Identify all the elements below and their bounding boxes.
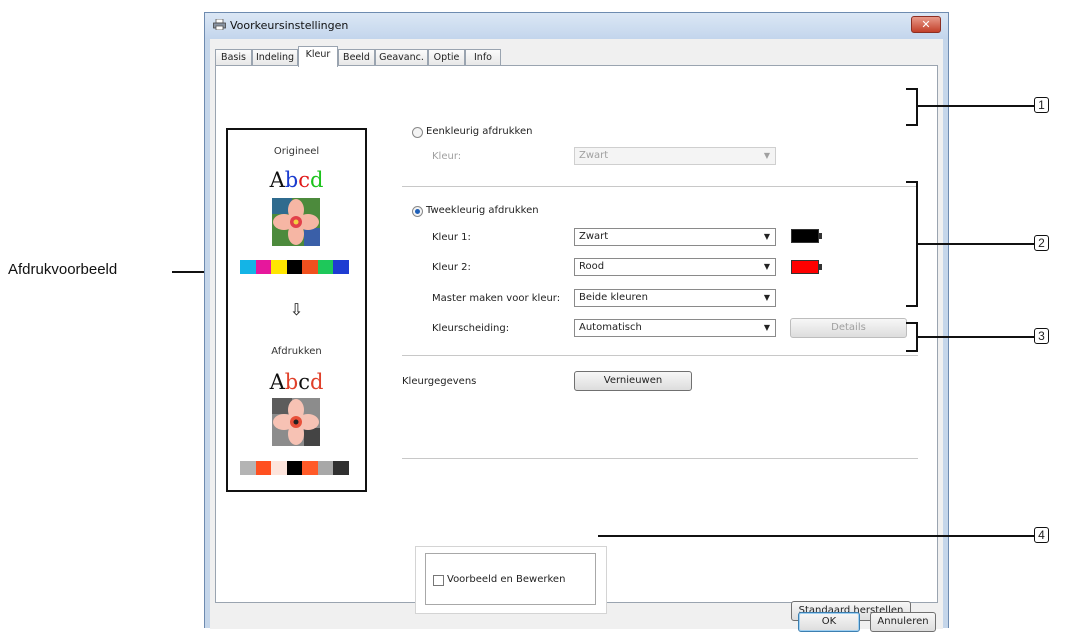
separation-select[interactable]: Automatisch ▼: [574, 319, 776, 337]
two-color-radio-label: Tweekleurig afdrukken: [426, 205, 539, 216]
color-swatch: [286, 260, 302, 274]
tab-optie[interactable]: Optie: [428, 49, 465, 66]
separation-value: Automatisch: [579, 322, 642, 333]
callout-number-1: 1: [1034, 97, 1049, 113]
color-swatch: [286, 461, 302, 475]
color-swatch: [255, 461, 271, 475]
color-swatch: [302, 260, 318, 274]
tab-geavanc[interactable]: Geavanc.: [375, 49, 428, 66]
master-select[interactable]: Beide kleuren ▼: [574, 289, 776, 307]
tab-info[interactable]: Info: [465, 49, 501, 66]
color2-value: Rood: [579, 261, 605, 272]
callout-bracket-3: [906, 322, 918, 352]
sample-letter: c: [298, 168, 310, 192]
preview-edit-label: Voorbeeld en Bewerken: [447, 574, 566, 585]
window-title: Voorkeursinstellingen: [230, 19, 349, 32]
preview-edit-checkbox[interactable]: [433, 575, 444, 586]
callout-number-2: 2: [1034, 235, 1049, 251]
ok-button[interactable]: OK: [798, 612, 860, 632]
close-button[interactable]: ✕: [911, 16, 941, 33]
color1-select[interactable]: Zwart ▼: [574, 228, 776, 246]
master-label: Master maken voor kleur:: [432, 293, 561, 304]
color1-label: Kleur 1:: [432, 232, 471, 243]
output-flower-image: [272, 398, 320, 446]
sample-letter: d: [309, 168, 324, 192]
two-color-radio[interactable]: [412, 206, 423, 217]
tab-basis[interactable]: Basis: [215, 49, 252, 66]
callout-leader-3: [918, 336, 1034, 338]
color-swatch: [240, 260, 256, 274]
chevron-down-icon: ▼: [763, 151, 770, 160]
output-sample-text: Abcd: [228, 370, 365, 394]
callout-leader-2: [918, 243, 1034, 245]
mono-color-label: Kleur:: [432, 151, 462, 162]
chevron-down-icon: ▼: [763, 323, 770, 332]
tab-kleur[interactable]: Kleur: [298, 46, 338, 67]
color2-select[interactable]: Rood ▼: [574, 258, 776, 276]
color-swatch: [255, 260, 271, 274]
details-button[interactable]: Details: [790, 318, 907, 338]
master-value: Beide kleuren: [579, 292, 648, 303]
callout-leader-1: [918, 105, 1034, 107]
color1-value: Zwart: [579, 231, 609, 242]
dialog-client: Basis Indeling Kleur Beeld Geavanc. Opti…: [210, 39, 943, 632]
tab-panel-kleur: Origineel Abcd ⇩ Afdrukken Abcd Eenkleur…: [215, 65, 938, 621]
mono-color-value: Zwart: [579, 150, 609, 161]
mono-radio[interactable]: [412, 127, 423, 138]
tab-beeld[interactable]: Beeld: [338, 49, 375, 66]
chevron-down-icon: ▼: [763, 262, 770, 271]
color-swatch: [317, 260, 333, 274]
arrow-down-icon: ⇩: [289, 300, 304, 319]
printer-icon: [213, 19, 226, 30]
sample-letter: c: [298, 370, 310, 394]
color-swatch: [333, 461, 349, 475]
sample-letter: A: [269, 168, 285, 192]
mono-radio-label: Eenkleurig afdrukken: [426, 126, 533, 137]
original-color-swatches: [240, 260, 349, 274]
sample-letter: b: [284, 168, 299, 192]
tab-indeling[interactable]: Indeling: [252, 49, 298, 66]
color1-swatch: [791, 229, 822, 243]
original-sample-text: Abcd: [228, 168, 365, 192]
original-label: Origineel: [273, 146, 320, 157]
divider: [402, 355, 918, 356]
original-flower-image: [272, 198, 320, 246]
mono-color-select[interactable]: Zwart ▼: [574, 147, 776, 165]
color-swatch: [240, 461, 256, 475]
separation-label: Kleurscheiding:: [432, 323, 510, 334]
sample-letter: b: [284, 370, 299, 394]
color-swatch: [317, 461, 333, 475]
callout-leader-4: [598, 535, 1034, 537]
callout-number-4: 4: [1034, 527, 1049, 543]
color-swatch: [333, 260, 349, 274]
color2-label: Kleur 2:: [432, 262, 471, 273]
sample-letter: A: [269, 370, 285, 394]
divider: [402, 458, 918, 459]
chevron-down-icon: ▼: [763, 232, 770, 241]
color-data-label: Kleurgegevens: [402, 376, 477, 387]
callout-number-3: 3: [1034, 328, 1049, 344]
print-preview: Origineel Abcd ⇩ Afdrukken Abcd: [226, 128, 367, 492]
cancel-button[interactable]: Annuleren: [870, 612, 936, 632]
sample-letter: d: [309, 370, 324, 394]
title-bar[interactable]: Voorkeursinstellingen ✕: [205, 13, 948, 39]
divider: [402, 186, 918, 187]
color-swatch: [271, 461, 287, 475]
color2-swatch: [791, 260, 822, 274]
callout-bracket-1: [906, 88, 918, 126]
preview-annotation-label: Afdrukvoorbeeld: [8, 261, 118, 278]
color-swatch: [302, 461, 318, 475]
output-color-swatches: [240, 461, 349, 475]
callout-bracket-2: [906, 181, 918, 307]
color-swatch: [271, 260, 287, 274]
refresh-button[interactable]: Vernieuwen: [574, 371, 692, 391]
output-label: Afdrukken: [271, 346, 322, 357]
chevron-down-icon: ▼: [763, 293, 770, 302]
